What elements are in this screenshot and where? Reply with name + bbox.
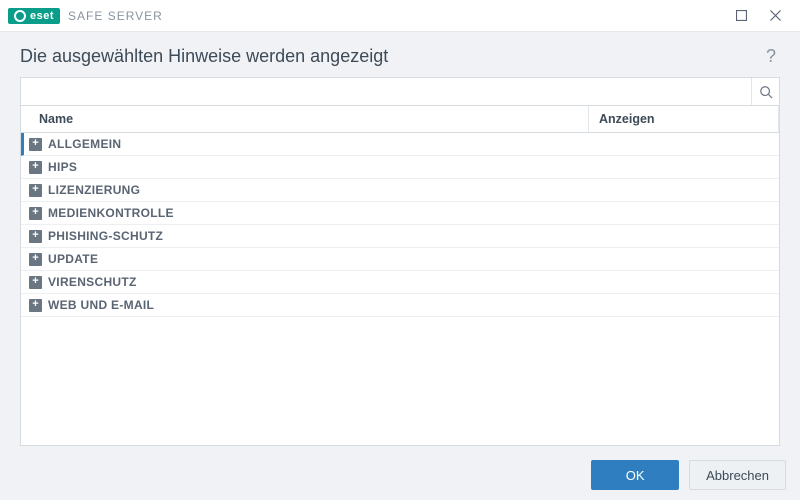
table-row[interactable]: PHISHING-SCHUTZ: [21, 225, 779, 248]
table-row[interactable]: UPDATE: [21, 248, 779, 271]
expand-icon[interactable]: [29, 253, 42, 266]
search-button[interactable]: [751, 78, 779, 105]
row-label: MEDIENKONTROLLE: [48, 206, 174, 220]
expand-icon[interactable]: [29, 230, 42, 243]
expand-icon[interactable]: [29, 184, 42, 197]
ok-button[interactable]: OK: [591, 460, 679, 490]
expand-icon[interactable]: [29, 299, 42, 312]
row-label: WEB UND E-MAIL: [48, 298, 154, 312]
table-row[interactable]: ALLGEMEIN: [21, 133, 779, 156]
table-body: ALLGEMEIN HIPS LIZENZIERUNG MEDIENKONTROLLE…: [21, 133, 779, 445]
table-row[interactable]: HIPS: [21, 156, 779, 179]
search-row: [20, 77, 780, 106]
brand-badge: eset: [8, 8, 60, 24]
column-header-name[interactable]: Name: [21, 106, 589, 132]
window-close-button[interactable]: [758, 0, 792, 32]
column-header-show[interactable]: Anzeigen: [589, 106, 779, 132]
hints-table: Name Anzeigen ALLGEMEIN HIPS LIZENZIERUNG M…: [20, 106, 780, 446]
row-label: LIZENZIERUNG: [48, 183, 140, 197]
brand-product: SAFE SERVER: [68, 9, 163, 23]
expand-icon[interactable]: [29, 161, 42, 174]
search-input[interactable]: [21, 78, 751, 105]
maximize-icon: [736, 10, 747, 21]
expand-icon[interactable]: [29, 207, 42, 220]
cancel-button[interactable]: Abbrechen: [689, 460, 786, 490]
row-label: HIPS: [48, 160, 77, 174]
titlebar: eset SAFE SERVER: [0, 0, 800, 32]
help-button[interactable]: ?: [762, 46, 780, 67]
table-row[interactable]: VIRENSCHUTZ: [21, 271, 779, 294]
row-label: PHISHING-SCHUTZ: [48, 229, 163, 243]
close-icon: [770, 10, 781, 21]
table-row[interactable]: WEB UND E-MAIL: [21, 294, 779, 317]
page-title: Die ausgewählten Hinweise werden angezei…: [20, 46, 388, 67]
row-label: VIRENSCHUTZ: [48, 275, 137, 289]
footer: OK Abbrechen: [0, 450, 800, 500]
window-maximize-button[interactable]: [724, 0, 758, 32]
row-label: ALLGEMEIN: [48, 137, 121, 151]
row-label: UPDATE: [48, 252, 98, 266]
search-icon: [759, 85, 773, 99]
header: Die ausgewählten Hinweise werden angezei…: [0, 32, 800, 77]
expand-icon[interactable]: [29, 276, 42, 289]
table-row[interactable]: LIZENZIERUNG: [21, 179, 779, 202]
table-header: Name Anzeigen: [21, 106, 779, 133]
expand-icon[interactable]: [29, 138, 42, 151]
table-row[interactable]: MEDIENKONTROLLE: [21, 202, 779, 225]
